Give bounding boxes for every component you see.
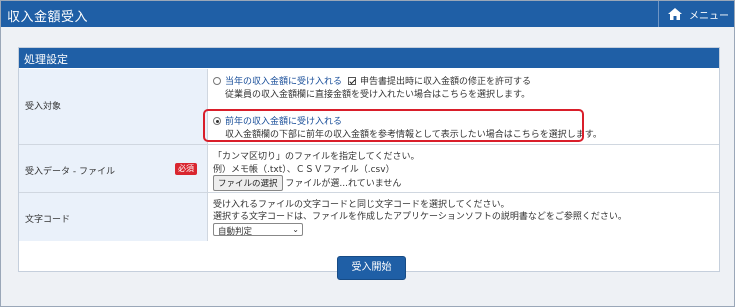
radio-current-year[interactable] xyxy=(213,77,221,85)
page-title: 収入金額受入 xyxy=(7,10,89,25)
option-current-year: 当年の収入金額に受け入れる 申告書提出時に収入金額の修正を許可する xyxy=(213,74,531,87)
target-label-cell: 受入対象 xyxy=(19,69,208,144)
menu-button[interactable]: メニュー xyxy=(658,1,734,27)
file-label: 受入データ - ファイル xyxy=(25,167,115,177)
file-status: ファイルが選...れていません xyxy=(285,179,402,189)
file-picker: ファイルの選択 ファイルが選...れていません xyxy=(213,175,401,191)
choose-file-button[interactable]: ファイルの選択 xyxy=(213,175,283,191)
required-badge: 必須 xyxy=(175,163,197,175)
start-import-button[interactable]: 受入開始 xyxy=(337,256,406,280)
target-label: 受入対象 xyxy=(25,102,62,112)
charset-label-cell: 文字コード xyxy=(19,193,208,241)
file-instruction: 「カンマ区切り」のファイルを指定してください。 xyxy=(213,152,420,162)
charset-label: 文字コード xyxy=(25,215,71,225)
charset-select[interactable]: 自動判定 ⌄ xyxy=(213,223,303,237)
chevron-down-icon: ⌄ xyxy=(292,225,299,234)
settings-panel: 処理設定 受入対象 当年の収入金額に受け入れる 申告書提出時に収入金額の修正を許可… xyxy=(18,47,720,272)
menu-label: メニュー xyxy=(689,10,729,22)
charset-note: 選択する文字コードは、ファイルを作成したアプリケーションソフトの説明書などをご参… xyxy=(213,212,627,222)
radio-current-year-label[interactable]: 当年の収入金額に受け入れる xyxy=(225,77,342,87)
highlight-box xyxy=(203,109,584,142)
section-title: 処理設定 xyxy=(19,48,719,68)
file-example: 例）メモ帳（.txt）、ＣＳＶファイル（.csv） xyxy=(213,165,395,175)
allow-correction-label[interactable]: 申告書提出時に収入金額の修正を許可する xyxy=(360,77,531,87)
option-current-year-desc: 従業員の収入金額欄に直接金額を受け入れたい場合はこちらを選択します。 xyxy=(225,90,531,100)
main-area: 処理設定 受入対象 当年の収入金額に受け入れる 申告書提出時に収入金額の修正を許可… xyxy=(1,27,734,306)
charset-row: 文字コード 受け入れるファイルの文字コードと同じ文字コードを選択してください。 … xyxy=(19,193,719,241)
home-icon xyxy=(667,7,683,21)
allow-correction-checkbox[interactable] xyxy=(348,77,357,85)
target-row: 受入対象 当年の収入金額に受け入れる 申告書提出時に収入金額の修正を許可する 従業… xyxy=(19,69,719,145)
charset-select-value: 自動判定 xyxy=(218,227,253,237)
file-row: 受入データ - ファイル 必須 「カンマ区切り」のファイルを指定してください。 … xyxy=(19,145,719,193)
app-header: 収入金額受入 メニュー xyxy=(1,1,734,27)
file-label-cell: 受入データ - ファイル 必須 xyxy=(19,145,208,192)
